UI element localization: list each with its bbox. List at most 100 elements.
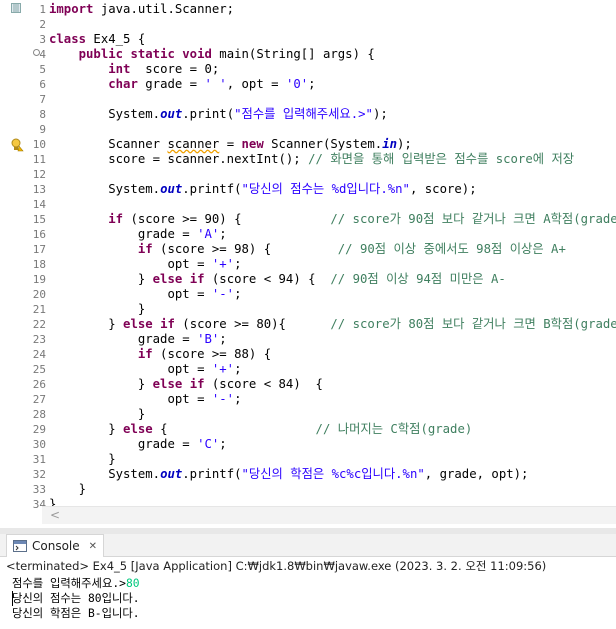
- code-token: out: [160, 107, 183, 121]
- line-number: 29: [32, 423, 46, 436]
- code-editor[interactable]: 1 2 3 4 5 6 7 8 9 10 11 12 13 14 15 16 17 18 19 20 21 22 23 24 2…: [0, 0, 616, 528]
- tab-console[interactable]: Console ✕: [6, 534, 105, 557]
- code-token: }: [49, 407, 146, 421]
- line-number: 6: [39, 78, 46, 91]
- code-token: (score >= 90) {: [123, 212, 331, 226]
- code-line[interactable]: } else if (score < 84) {: [49, 377, 323, 392]
- code-token: System.: [49, 182, 161, 196]
- user-input-text: 80: [125, 577, 140, 590]
- code-line[interactable]: opt = '+';: [49, 257, 242, 272]
- code-token: ;: [234, 392, 242, 406]
- code-line[interactable]: import java.util.Scanner;: [49, 2, 234, 17]
- line-number: 12: [32, 168, 46, 181]
- code-line[interactable]: if (score >= 98) { // 90점 이상 중에서도 98점 이상…: [49, 242, 566, 257]
- code-line[interactable]: }: [49, 452, 116, 467]
- console-text: 점수를 입력해주세요.>: [12, 577, 126, 590]
- code-token: else: [123, 317, 153, 331]
- line-number: 20: [32, 288, 46, 301]
- code-line[interactable]: grade = 'C';: [49, 437, 227, 452]
- code-token: grade =: [49, 227, 198, 241]
- code-line[interactable]: class Ex4_5 {: [49, 32, 145, 47]
- code-token: score = scanner.nextInt();: [49, 152, 309, 166]
- code-line[interactable]: opt = '-';: [49, 287, 242, 302]
- line-number: 15: [32, 213, 46, 226]
- code-token: out: [160, 182, 183, 196]
- code-token: // score가 90점 보다 같거나 크면 A학점(grade): [330, 212, 616, 226]
- scroll-left-arrow-icon[interactable]: <: [50, 507, 60, 524]
- code-token: ;: [234, 287, 242, 301]
- close-icon[interactable]: ✕: [89, 541, 97, 552]
- console-icon: [13, 540, 27, 552]
- line-number: 23: [32, 333, 46, 346]
- code-line[interactable]: score = scanner.nextInt(); // 화면을 통해 입력받…: [49, 152, 574, 167]
- code-line[interactable]: } else if (score < 94) { // 90점 이상 94점 미…: [49, 272, 506, 287]
- line-number: 2: [39, 18, 46, 31]
- console-tab-bar: Console ✕: [0, 534, 616, 557]
- code-line[interactable]: if (score >= 88) {: [49, 347, 271, 362]
- code-line[interactable]: char grade = ' ', opt = '0';: [49, 77, 315, 92]
- console-tab-label: Console: [32, 539, 80, 553]
- code-token: // score가 80점 보다 같거나 크면 B학점(grade): [330, 317, 616, 331]
- code-token: scanner: [167, 137, 220, 151]
- code-token: grade =: [49, 437, 198, 451]
- code-token: ;: [234, 257, 242, 271]
- code-token: import: [49, 2, 94, 16]
- horizontal-scrollbar[interactable]: <: [42, 506, 616, 524]
- fold-minus-icon[interactable]: [33, 49, 40, 56]
- code-line[interactable]: int score = 0;: [49, 62, 219, 77]
- code-token: Ex4_5 {: [86, 32, 146, 46]
- code-token: '0': [285, 77, 309, 91]
- code-line[interactable]: System.out.printf("당신의 학점은 %c%c입니다.%n", …: [49, 467, 528, 482]
- code-token: public: [78, 47, 124, 61]
- code-token: '-': [211, 287, 235, 301]
- code-token: .print(: [182, 107, 235, 121]
- code-line[interactable]: System.out.printf("당신의 점수는 %d입니다.%n", sc…: [49, 182, 476, 197]
- code-token: }: [49, 452, 116, 466]
- code-line[interactable]: opt = '-';: [49, 392, 242, 407]
- code-line[interactable]: }: [49, 302, 145, 317]
- code-token: out: [160, 467, 183, 481]
- code-token: in: [382, 137, 398, 151]
- code-line[interactable]: if (score >= 90) { // score가 90점 보다 같거나 …: [49, 212, 616, 227]
- code-token: );: [372, 107, 388, 121]
- code-token: grade =: [49, 332, 198, 346]
- code-line[interactable]: } else { // 나머지는 C학점(grade): [49, 422, 472, 437]
- code-token: '-': [211, 392, 235, 406]
- code-line[interactable]: Scanner scanner = new Scanner(System.in)…: [49, 137, 412, 152]
- code-token: new: [241, 137, 264, 151]
- code-token: }: [49, 377, 153, 391]
- code-line[interactable]: public static void main(String[] args) {: [49, 47, 375, 62]
- line-number: 16: [32, 228, 46, 241]
- line-number: 22: [32, 318, 46, 331]
- code-token: }: [49, 422, 124, 436]
- console-text: 당신의 학점은 B-입니다.: [12, 607, 140, 620]
- bookmark-icon: [11, 3, 21, 13]
- warning-lightbulb-icon[interactable]: [10, 138, 24, 152]
- code-line[interactable]: }: [49, 482, 86, 497]
- code-token: }: [49, 317, 124, 331]
- code-line[interactable]: System.out.print("점수를 입력해주세요.>");: [49, 107, 388, 122]
- code-token: .printf(: [182, 467, 242, 481]
- text-cursor: [12, 591, 13, 606]
- code-line[interactable]: opt = '+';: [49, 362, 241, 377]
- line-number: 32: [32, 468, 46, 481]
- console-output[interactable]: <terminated> Ex4_5 [Java Application] C:…: [0, 557, 616, 629]
- code-token: opt =: [49, 257, 212, 271]
- line-number: 7: [39, 93, 46, 106]
- console-text: 당신의 점수는 80입니다.: [12, 592, 140, 605]
- code-token: // 나머지는 C학점(grade): [315, 422, 473, 436]
- code-line[interactable]: grade = 'B';: [49, 332, 227, 347]
- code-line[interactable]: grade = 'A';: [49, 227, 227, 242]
- code-token: 'B': [197, 332, 220, 346]
- code-line[interactable]: }: [49, 407, 145, 422]
- line-number: 33: [32, 483, 46, 496]
- code-line[interactable]: } else if (score >= 80){ // score가 80점 보…: [49, 317, 616, 332]
- code-token: java.util.Scanner;: [93, 2, 235, 16]
- code-token: "점수를 입력해주세요.>": [234, 107, 373, 121]
- code-token: }: [49, 302, 146, 316]
